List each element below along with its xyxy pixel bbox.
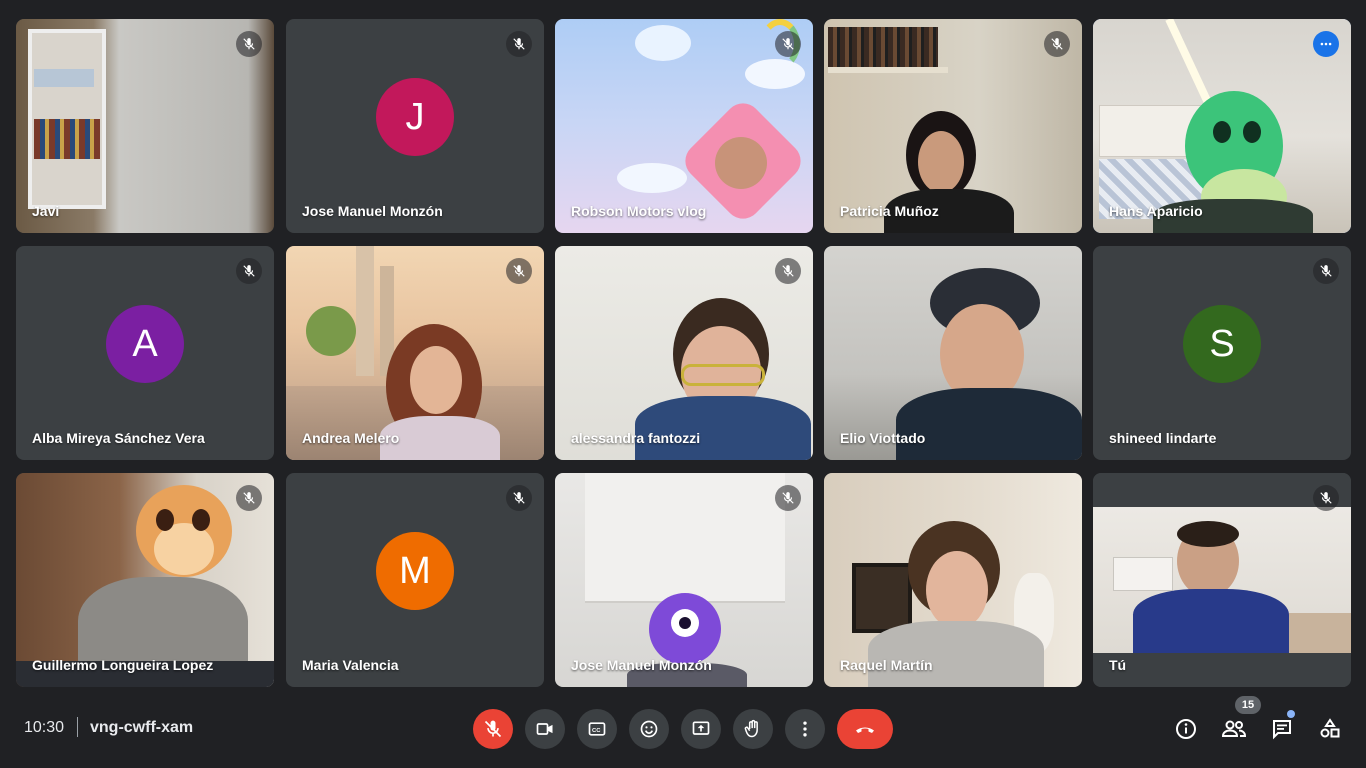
participant-tile-raquel-martin[interactable]: Raquel Martín	[824, 473, 1082, 687]
participant-name: Raquel Martín	[840, 657, 933, 673]
mic-off-icon	[236, 258, 262, 284]
participant-name: Robson Motors vlog	[571, 203, 707, 219]
clock: 10:30	[24, 719, 65, 736]
svg-text:CC: CC	[592, 728, 601, 734]
mic-off-icon	[236, 485, 262, 511]
participant-name: Jose Manuel Monzón	[571, 657, 712, 673]
video-feed	[16, 19, 274, 233]
participant-name: Javi	[32, 203, 60, 219]
mic-toggle-button[interactable]	[473, 709, 513, 749]
participant-tile-guillermo-longueira-lopez[interactable]: Guillermo Longueira Lopez	[16, 473, 274, 687]
participant-name: Andrea Melero	[302, 430, 400, 446]
leave-call-button[interactable]	[837, 709, 893, 749]
participant-tile-maria-valencia[interactable]: M Maria Valencia	[286, 473, 544, 687]
avatar: A	[106, 305, 184, 383]
mic-off-icon	[506, 31, 532, 57]
present-screen-button[interactable]	[681, 709, 721, 749]
meeting-code: vng-cwff-xam	[90, 719, 194, 736]
hang-up-icon	[856, 727, 874, 733]
chat-button[interactable]	[1267, 714, 1297, 744]
video-feed	[16, 473, 274, 687]
emoji-icon	[640, 720, 658, 738]
activities-icon	[1320, 718, 1340, 738]
video-feed	[555, 19, 813, 233]
chat-notification-dot	[1287, 710, 1295, 718]
activities-button[interactable]	[1315, 714, 1345, 744]
participant-name: Guillermo Longueira Lopez	[32, 657, 214, 673]
participant-tile-self[interactable]: Tú	[1093, 473, 1351, 687]
video-feed	[824, 473, 1082, 687]
avatar: M	[376, 532, 454, 610]
participant-name: Hans Aparicio	[1109, 203, 1203, 219]
camera-icon	[536, 723, 553, 735]
video-feed	[1093, 19, 1351, 233]
participant-count-badge: 15	[1235, 696, 1261, 714]
mic-off-icon	[506, 485, 532, 511]
raise-hand-button[interactable]	[733, 709, 773, 749]
participant-tile-javi[interactable]: Javi	[16, 19, 274, 233]
more-options-button[interactable]	[785, 709, 825, 749]
video-feed	[824, 19, 1082, 233]
participant-name: alessandra fantozzi	[571, 430, 701, 446]
meeting-details-button[interactable]	[1171, 714, 1201, 744]
avatar: S	[1183, 305, 1261, 383]
participant-tile-alba-mireya-sanchez-vera[interactable]: A Alba Mireya Sánchez Vera	[16, 246, 274, 460]
chat-icon	[1273, 720, 1291, 740]
video-feed	[555, 473, 813, 687]
participant-tile-robson-motors-vlog[interactable]: Robson Motors vlog	[555, 19, 813, 233]
participant-tile-patricia-munoz[interactable]: Patricia Muñoz	[824, 19, 1082, 233]
mic-off-icon	[484, 720, 502, 738]
participant-name: Elio Viottado	[840, 430, 926, 446]
more-options-icon[interactable]	[1313, 31, 1339, 57]
participant-tile-jose-manuel-monzon-video[interactable]: Jose Manuel Monzón	[555, 473, 813, 687]
people-icon	[1221, 720, 1247, 737]
avatar: J	[376, 78, 454, 156]
video-feed	[824, 246, 1082, 460]
participant-name: Maria Valencia	[302, 657, 399, 673]
participant-tile-andrea-melero[interactable]: Andrea Melero	[286, 246, 544, 460]
info-icon	[1176, 719, 1196, 739]
participant-name: shineed lindarte	[1109, 430, 1217, 446]
participant-name: Tú	[1109, 657, 1127, 673]
captions-button[interactable]: CC	[577, 709, 617, 749]
mic-off-icon	[236, 31, 262, 57]
captions-icon: CC	[588, 722, 606, 736]
participants-button[interactable]	[1219, 714, 1249, 744]
bottom-toolbar: 10:30 vng-cwff-xam CC	[0, 700, 1366, 768]
participant-name: Patricia Muñoz	[840, 203, 939, 219]
mic-off-icon	[775, 485, 801, 511]
video-feed	[286, 246, 544, 460]
video-feed	[1093, 473, 1351, 687]
video-feed	[555, 246, 813, 460]
raise-hand-icon	[744, 719, 758, 738]
participant-tile-shineed-lindarte[interactable]: S shineed lindarte	[1093, 246, 1351, 460]
mic-off-icon	[1313, 485, 1339, 511]
mic-off-icon	[775, 31, 801, 57]
mic-off-icon	[775, 258, 801, 284]
divider	[77, 717, 78, 737]
participant-tile-elio-viottado[interactable]: Elio Viottado	[824, 246, 1082, 460]
mic-off-icon	[1044, 31, 1070, 57]
participant-tile-alessandra-fantozzi[interactable]: alessandra fantozzi	[555, 246, 813, 460]
emoji-reactions-button[interactable]	[629, 709, 669, 749]
mic-off-icon	[506, 258, 532, 284]
camera-toggle-button[interactable]	[525, 709, 565, 749]
more-vert-icon	[803, 721, 807, 737]
mic-off-icon	[1313, 258, 1339, 284]
participant-tile-hans-aparicio[interactable]: Hans Aparicio	[1093, 19, 1351, 233]
present-icon	[692, 721, 710, 735]
participant-tile-jose-manuel-monzon[interactable]: J Jose Manuel Monzón	[286, 19, 544, 233]
participant-name: Alba Mireya Sánchez Vera	[32, 430, 205, 446]
participant-name: Jose Manuel Monzón	[302, 203, 443, 219]
